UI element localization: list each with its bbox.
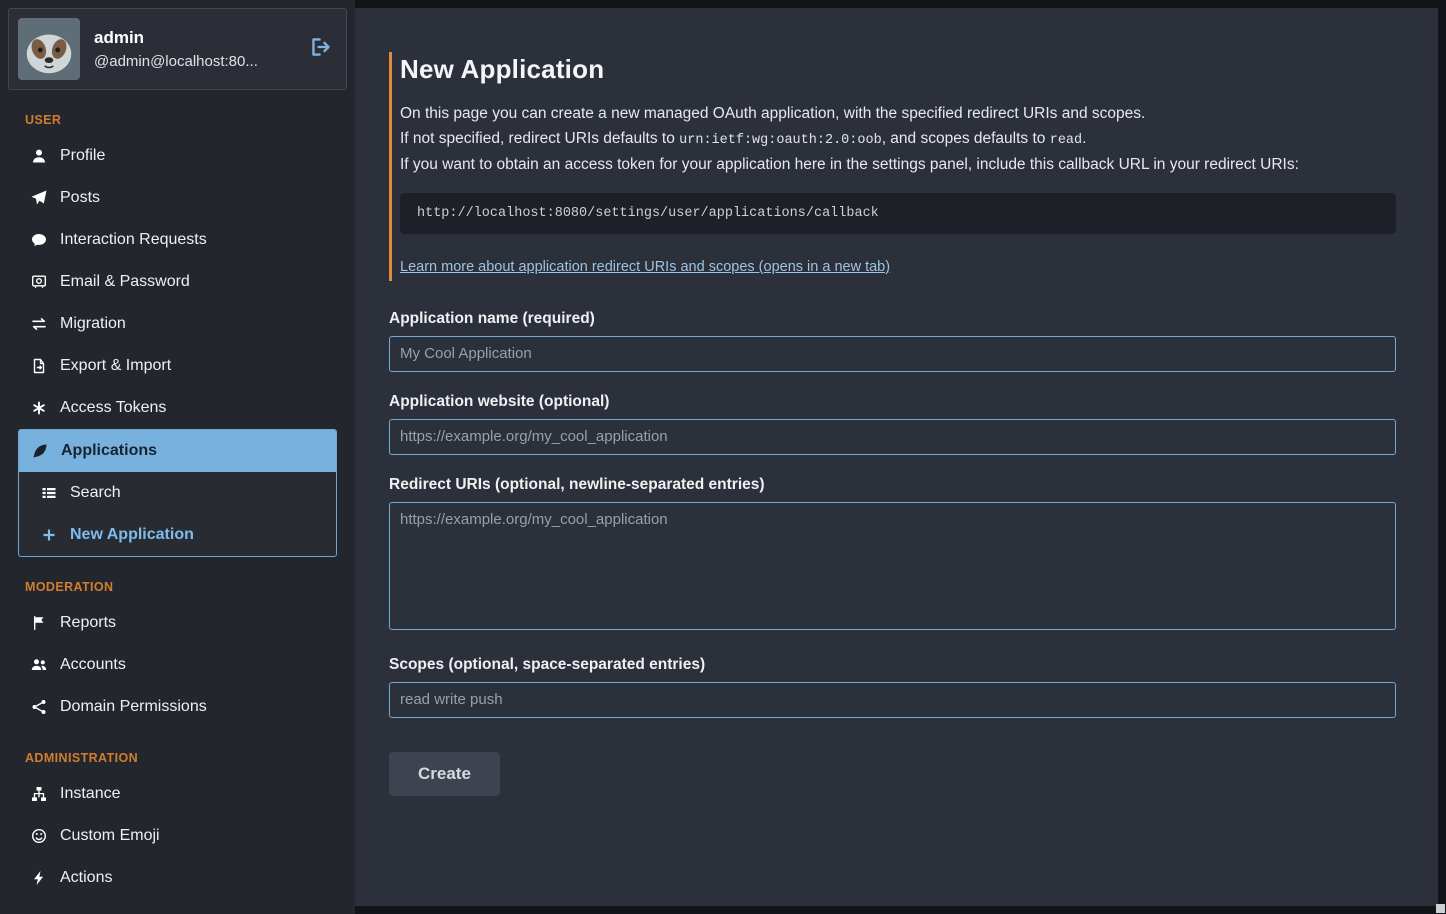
- file-export-icon: [30, 358, 48, 374]
- sidebar-item-label: Accounts: [60, 656, 126, 674]
- sidebar-item-applications[interactable]: Applications: [19, 430, 336, 472]
- intro-line-2: If not specified, redirect URIs defaults…: [400, 127, 1396, 154]
- user-meta: admin @admin@localhost:80...: [94, 28, 258, 70]
- plus-icon: [40, 527, 58, 543]
- field-redirect-uris: Redirect URIs (optional, newline-separat…: [389, 476, 1396, 635]
- section-heading-moderation: MODERATION: [25, 580, 337, 594]
- sidebar-item-label: Custom Emoji: [60, 827, 160, 845]
- transfer-icon: [30, 316, 48, 332]
- user-card[interactable]: admin @admin@localhost:80...: [8, 8, 347, 90]
- section-heading-user: USER: [25, 113, 337, 127]
- user-handle: @admin@localhost:80...: [94, 53, 258, 70]
- scopes-input[interactable]: [389, 682, 1396, 718]
- field-scopes: Scopes (optional, space-separated entrie…: [389, 656, 1396, 718]
- sidebar-item-label: Instance: [60, 785, 120, 803]
- list-icon: [40, 485, 58, 501]
- sidebar-item-accounts[interactable]: Accounts: [18, 644, 337, 686]
- application-name-input[interactable]: [389, 336, 1396, 372]
- field-application-name: Application name (required): [389, 310, 1396, 372]
- callback-url-code-block: http://localhost:8080/settings/user/appl…: [400, 193, 1396, 234]
- sidebar: admin @admin@localhost:80... USER Profil…: [0, 0, 355, 914]
- sidebar-item-label: Access Tokens: [60, 399, 166, 417]
- sidebar-item-label: Applications: [61, 442, 157, 460]
- sidebar-item-label: Search: [70, 484, 121, 502]
- applications-group: Applications Search New Application: [18, 429, 337, 557]
- sidebar-item-applications-search[interactable]: Search: [19, 472, 336, 514]
- inline-code-oob: urn:ietf:wg:oauth:2.0:oob: [679, 133, 882, 148]
- sidebar-item-label: Migration: [60, 315, 126, 333]
- create-button[interactable]: Create: [389, 752, 500, 796]
- username: admin: [94, 28, 258, 48]
- intro-line-2-mid: , and scopes defaults to: [882, 130, 1050, 147]
- feather-icon: [31, 443, 49, 459]
- sidebar-item-label: Email & Password: [60, 273, 190, 291]
- share-nodes-icon: [30, 699, 48, 715]
- intro-line-3: If you want to obtain an access token fo…: [400, 153, 1396, 178]
- intro-line-2-prefix: If not specified, redirect URIs defaults…: [400, 130, 679, 147]
- avatar: [18, 18, 80, 80]
- sidebar-item-instance[interactable]: Instance: [18, 773, 337, 815]
- sidebar-item-migration[interactable]: Migration: [18, 303, 337, 345]
- application-website-input[interactable]: [389, 419, 1396, 455]
- sidebar-item-label: Export & Import: [60, 357, 171, 375]
- sidebar-item-email-password[interactable]: Email & Password: [18, 261, 337, 303]
- page-title: New Application: [400, 54, 1396, 85]
- intro-line-2-suffix: .: [1082, 130, 1086, 147]
- application-website-label: Application website (optional): [389, 393, 1396, 411]
- vault-icon: [30, 274, 48, 290]
- sidebar-item-domain-permissions[interactable]: Domain Permissions: [18, 686, 337, 728]
- inline-code-read: read: [1050, 133, 1082, 148]
- sidebar-item-interaction-requests[interactable]: Interaction Requests: [18, 219, 337, 261]
- sidebar-item-profile[interactable]: Profile: [18, 135, 337, 177]
- sidebar-item-label: Reports: [60, 614, 116, 632]
- sidebar-item-label: Actions: [60, 869, 112, 887]
- sidebar-item-new-application[interactable]: New Application: [19, 514, 336, 556]
- scrollbar-corner: [1436, 904, 1445, 913]
- comment-icon: [30, 232, 48, 248]
- section-heading-administration: ADMINISTRATION: [25, 751, 337, 765]
- bolt-icon: [30, 870, 48, 886]
- scopes-label: Scopes (optional, space-separated entrie…: [389, 656, 1396, 674]
- main-panel: New Application On this page you can cre…: [355, 8, 1438, 906]
- sidebar-item-export-import[interactable]: Export & Import: [18, 345, 337, 387]
- sidebar-item-actions[interactable]: Actions: [18, 857, 337, 899]
- redirect-uris-textarea[interactable]: [389, 502, 1396, 630]
- sidebar-item-label: New Application: [70, 526, 194, 544]
- sidebar-item-label: Profile: [60, 147, 105, 165]
- new-application-form: Application name (required) Application …: [389, 310, 1396, 796]
- sidebar-item-access-tokens[interactable]: Access Tokens: [18, 387, 337, 429]
- sidebar-item-posts[interactable]: Posts: [18, 177, 337, 219]
- smiley-icon: [30, 828, 48, 844]
- flag-icon: [30, 615, 48, 631]
- sidebar-item-label: Domain Permissions: [60, 698, 207, 716]
- asterisk-icon: [30, 400, 48, 416]
- field-application-website: Application website (optional): [389, 393, 1396, 455]
- sidebar-item-label: Posts: [60, 189, 100, 207]
- user-icon: [30, 148, 48, 164]
- sidebar-item-custom-emoji[interactable]: Custom Emoji: [18, 815, 337, 857]
- learn-more-link[interactable]: Learn more about application redirect UR…: [400, 259, 890, 275]
- users-icon: [30, 657, 48, 673]
- sidebar-nav: USER Profile Posts Interaction Requests …: [18, 113, 337, 899]
- intro-line-1: On this page you can create a new manage…: [400, 102, 1396, 127]
- sidebar-item-reports[interactable]: Reports: [18, 602, 337, 644]
- logout-icon[interactable]: [310, 36, 332, 63]
- redirect-uris-label: Redirect URIs (optional, newline-separat…: [389, 476, 1396, 494]
- paper-plane-icon: [30, 190, 48, 206]
- sitemap-icon: [30, 786, 48, 802]
- intro-block: New Application On this page you can cre…: [389, 52, 1396, 281]
- application-name-label: Application name (required): [389, 310, 1396, 328]
- sidebar-item-label: Interaction Requests: [60, 231, 207, 249]
